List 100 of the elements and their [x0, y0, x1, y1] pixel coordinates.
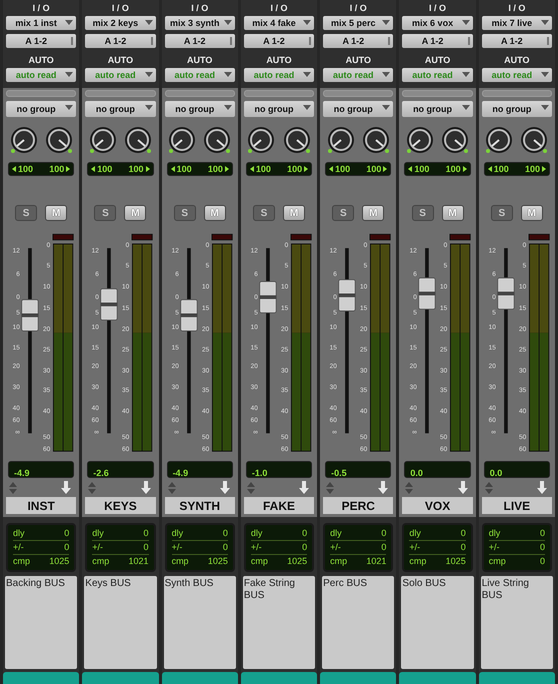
comments-box[interactable]: Synth BUS [164, 576, 236, 669]
output-selector[interactable]: A 1-2 [402, 34, 473, 48]
pan-knob[interactable] [202, 126, 232, 156]
left-arrow-icon[interactable] [329, 166, 334, 172]
group-selector[interactable]: no group [85, 101, 156, 117]
compensation-value: 1025 [49, 555, 70, 568]
input-selector[interactable]: mix 3 synth [164, 16, 235, 30]
pan-value: 100 [446, 164, 461, 174]
offset-value: 0 [64, 541, 70, 554]
compensation-label: cmp [330, 555, 348, 568]
dropdown-icon [303, 105, 312, 110]
pan-knob[interactable] [167, 126, 198, 156]
solo-button[interactable]: S [94, 205, 116, 221]
group-bar [6, 90, 76, 97]
right-arrow-icon[interactable] [304, 166, 308, 172]
delay-label: dly [172, 527, 184, 540]
offset-label: +/- [488, 541, 500, 554]
input-selector[interactable]: mix 2 keys [85, 16, 156, 30]
fader-cap[interactable] [418, 277, 436, 310]
solo-button[interactable]: S [174, 205, 196, 221]
solo-button[interactable]: S [15, 205, 38, 221]
right-arrow-icon[interactable] [462, 166, 467, 172]
track-name[interactable]: KEYS [85, 497, 156, 514]
group-selector[interactable]: no group [244, 101, 314, 117]
output-selector[interactable]: A 1-2 [244, 34, 314, 48]
right-arrow-icon[interactable] [224, 166, 229, 172]
group-selector[interactable]: no group [323, 101, 394, 117]
output-selector[interactable]: A 1-2 [85, 34, 156, 48]
left-arrow-icon[interactable] [91, 166, 96, 172]
pan-knob[interactable] [440, 126, 470, 156]
pan-knob[interactable] [326, 126, 356, 156]
down-arrow-icon[interactable] [377, 481, 390, 495]
group-selector[interactable]: no group [6, 101, 76, 117]
down-arrow-icon[interactable] [298, 481, 310, 495]
left-arrow-icon[interactable] [250, 166, 254, 172]
pan-knob[interactable] [360, 126, 391, 156]
right-arrow-icon[interactable] [383, 166, 388, 172]
pan-knob[interactable] [122, 126, 153, 156]
left-arrow-icon[interactable] [408, 166, 412, 172]
dropdown-icon [65, 72, 74, 77]
pan-knob[interactable] [44, 126, 74, 156]
compensation-label: cmp [250, 555, 268, 568]
input-selector[interactable]: mix 6 vox [402, 16, 473, 30]
pan-knob[interactable] [484, 126, 514, 156]
clip-indicator [211, 234, 232, 240]
pan-knob[interactable] [519, 126, 550, 156]
input-selector[interactable]: mix 7 live [482, 16, 552, 30]
compensation-value: 1021 [128, 555, 149, 568]
fader-cap[interactable] [21, 299, 39, 332]
output-selector[interactable]: A 1-2 [6, 34, 76, 48]
track-name[interactable]: SYNTH [164, 497, 235, 514]
fader-cap[interactable] [100, 288, 118, 321]
right-arrow-icon[interactable] [146, 166, 150, 172]
solo-button[interactable]: S [252, 205, 275, 221]
comments-box[interactable]: Perc BUS [322, 576, 394, 669]
track-name[interactable]: VOX [402, 497, 473, 514]
pan-knob[interactable] [404, 126, 435, 156]
input-selector[interactable]: mix 1 inst [6, 16, 76, 30]
down-arrow-icon[interactable] [140, 481, 152, 495]
comments-box[interactable]: Live String BUS [480, 576, 553, 669]
solo-button[interactable]: S [490, 205, 513, 221]
output-selector[interactable]: A 1-2 [164, 34, 235, 48]
left-arrow-icon[interactable] [488, 166, 492, 172]
down-arrow-icon[interactable] [456, 481, 469, 495]
comments-box[interactable]: Keys BUS [84, 576, 157, 669]
solo-button[interactable]: S [412, 205, 434, 221]
comments-box[interactable]: Backing BUS [5, 576, 78, 669]
group-selector[interactable]: no group [402, 101, 473, 117]
track-name[interactable]: LIVE [482, 497, 552, 514]
left-arrow-icon[interactable] [12, 166, 16, 172]
pan-knob[interactable] [282, 126, 312, 156]
fader-cap[interactable] [180, 299, 198, 332]
track-name[interactable]: INST [6, 497, 76, 514]
solo-button[interactable]: S [332, 205, 354, 221]
group-selector[interactable]: no group [164, 101, 235, 117]
track-name[interactable]: PERC [323, 497, 394, 514]
down-arrow-icon[interactable] [218, 481, 231, 495]
comments-box[interactable]: Fake String BUS [242, 576, 316, 669]
down-arrow-icon[interactable] [536, 481, 548, 495]
dropdown-icon [224, 20, 232, 25]
fader-cap[interactable] [497, 277, 515, 310]
left-arrow-icon[interactable] [170, 166, 175, 172]
right-arrow-icon[interactable] [542, 166, 546, 172]
track-name[interactable]: FAKE [244, 497, 314, 514]
io-label: I / O [32, 2, 51, 14]
input-selector[interactable]: mix 5 perc [323, 16, 394, 30]
fader-cap[interactable] [338, 279, 356, 312]
right-arrow-icon[interactable] [66, 166, 70, 172]
pan-knob[interactable] [8, 126, 39, 156]
output-selector[interactable]: A 1-2 [482, 34, 552, 48]
input-selector[interactable]: mix 4 fake [244, 16, 314, 30]
pan-knob[interactable] [246, 126, 276, 156]
output-selector[interactable]: A 1-2 [323, 34, 394, 48]
pan-knob[interactable] [88, 126, 118, 156]
mute-button[interactable]: M [520, 205, 543, 221]
fader-cap[interactable] [259, 281, 277, 314]
comments-box[interactable]: Solo BUS [401, 576, 474, 669]
group-selector[interactable]: no group [482, 101, 552, 117]
down-arrow-icon[interactable] [60, 481, 72, 495]
pin-icon [388, 37, 390, 45]
